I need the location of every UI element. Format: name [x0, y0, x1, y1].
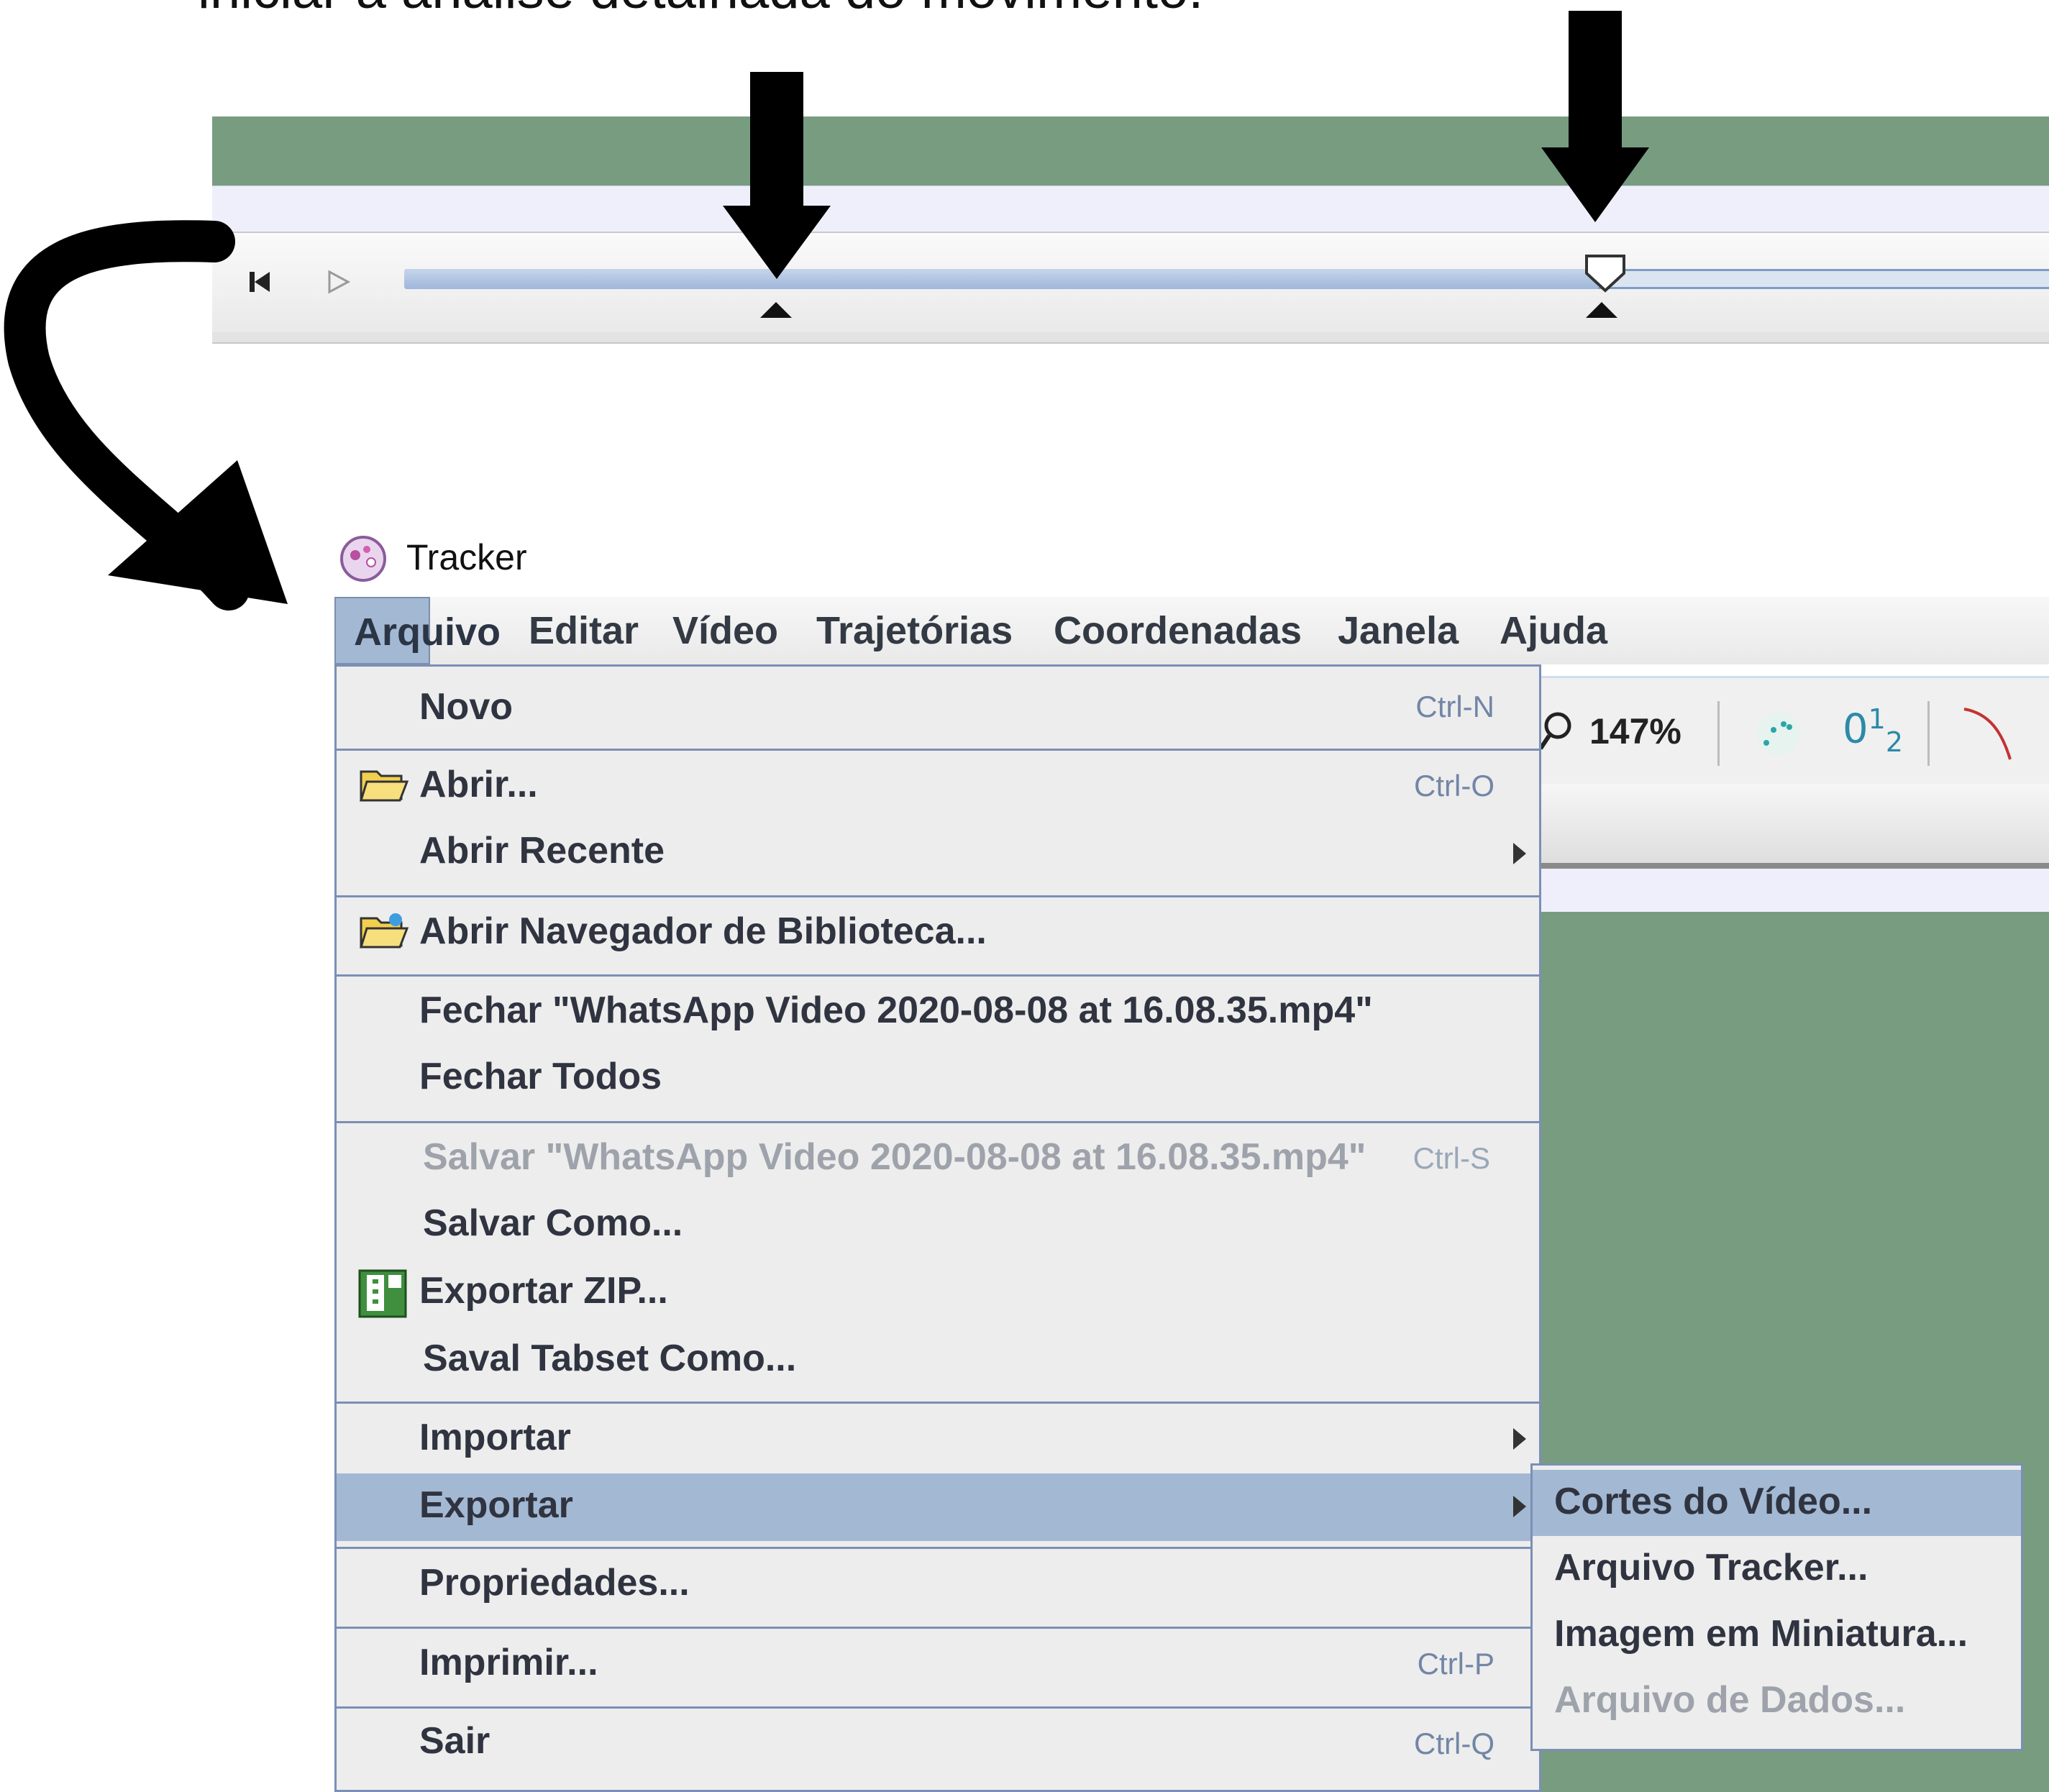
toolbar-separator	[1927, 701, 1930, 766]
menu-item-label: Sair	[419, 1720, 490, 1762]
submenu-item-label: Cortes do Vídeo...	[1554, 1481, 1873, 1522]
caption-text: iniciar a análise detalhada do movimento…	[198, 0, 1203, 21]
curved-arrow-icon	[4, 220, 288, 611]
labels-icon[interactable]: 012	[1843, 703, 1903, 758]
menu-separator	[337, 1402, 1539, 1404]
window-title: Tracker	[406, 537, 527, 577]
menu-separator	[337, 1706, 1539, 1709]
menu-item-label: Saval Tabset Como...	[423, 1338, 797, 1379]
menu-video[interactable]: Vídeo	[672, 597, 778, 664]
menu-item-label: Propriedades...	[419, 1562, 690, 1604]
zoom-icon[interactable]	[1539, 708, 1582, 751]
menu-item-label: Salvar Como...	[423, 1202, 683, 1244]
menu-item-label: Abrir Recente	[419, 830, 665, 872]
menu-item-saval-tabset[interactable]: Saval Tabset Como...	[337, 1328, 1539, 1396]
menu-ajuda[interactable]: Ajuda	[1500, 597, 1607, 664]
menu-coordenadas[interactable]: Coordenadas	[1054, 597, 1302, 664]
menu-janela[interactable]: Janela	[1338, 597, 1459, 664]
video-frame	[212, 116, 2049, 186]
menu-separator	[337, 1121, 1539, 1123]
menu-item-abrir[interactable]: Abrir... Ctrl-O	[337, 753, 1539, 820]
menu-separator	[337, 974, 1539, 977]
submenu-arrow-icon	[1513, 1496, 1526, 1517]
menu-item-salvar-como[interactable]: Salvar Como...	[337, 1193, 1539, 1261]
menu-item-fechar[interactable]: Fechar "WhatsApp Video 2020-08-08 at 16.…	[337, 979, 1539, 1046]
menu-arquivo[interactable]: Arquivo	[334, 597, 501, 664]
menu-item-salvar: Salvar "WhatsApp Video 2020-08-08 at 16.…	[337, 1125, 1539, 1193]
shortcut-label: Ctrl-N	[1415, 690, 1494, 723]
submenu-item-arquivo-dados: Arquivo de Dados...	[1533, 1668, 2021, 1734]
menu-bar: Arquivo Editar Vídeo Trajetórias Coorden…	[334, 597, 2049, 664]
menu-item-label: Abrir Navegador de Biblioteca...	[419, 910, 987, 952]
library-folder-icon	[359, 913, 409, 948]
end-frame-marker[interactable]	[1586, 302, 1617, 318]
menu-item-label: Salvar "WhatsApp Video 2020-08-08 at 16.…	[423, 1136, 1366, 1178]
down-arrow-icon	[723, 72, 831, 279]
shortcut-label: Ctrl-P	[1417, 1647, 1494, 1681]
menu-item-propriedades[interactable]: Propriedades...	[337, 1551, 1539, 1619]
submenu-item-label: Imagem em Miniatura...	[1554, 1613, 1968, 1655]
tracker-app-icon	[340, 536, 386, 582]
export-submenu: Cortes do Vídeo... Arquivo Tracker... Im…	[1530, 1463, 2023, 1751]
menu-item-novo[interactable]: Novo Ctrl-N	[337, 675, 1539, 743]
menu-item-sair[interactable]: Sair Ctrl-Q	[337, 1711, 1539, 1778]
submenu-arrow-icon	[1513, 1428, 1526, 1450]
shortcut-label: Ctrl-O	[1414, 769, 1494, 803]
menu-item-label: Fechar "WhatsApp Video 2020-08-08 at 16.…	[419, 989, 1373, 1031]
open-folder-icon	[359, 770, 409, 802]
menu-item-biblioteca[interactable]: Abrir Navegador de Biblioteca...	[337, 900, 1539, 967]
video-pane-strip	[212, 186, 2049, 232]
slider-thumb-icon[interactable]	[1582, 253, 1628, 293]
menu-editar[interactable]: Editar	[529, 597, 639, 664]
submenu-item-imagem-miniatura[interactable]: Imagem em Miniatura...	[1533, 1602, 2021, 1668]
submenu-arrow-icon	[1513, 843, 1526, 864]
menu-separator	[337, 1547, 1539, 1549]
video-slider-fill	[404, 269, 1598, 289]
zoom-level[interactable]: 147%	[1589, 710, 1681, 752]
menu-item-label: Exportar	[419, 1484, 573, 1526]
menu-item-label: Imprimir...	[419, 1642, 598, 1683]
menu-item-label: Exportar ZIP...	[419, 1270, 668, 1312]
menu-item-label: Fechar Todos	[419, 1056, 662, 1097]
submenu-item-cortes-video[interactable]: Cortes do Vídeo...	[1533, 1470, 2021, 1536]
menu-separator	[337, 895, 1539, 897]
menu-item-abrir-recente[interactable]: Abrir Recente	[337, 820, 1539, 888]
track-curve-icon[interactable]	[1960, 705, 2017, 762]
player-bottom-edge	[212, 332, 2049, 344]
toolbar-lower-band	[1539, 784, 2049, 869]
play-icon[interactable]	[324, 268, 352, 296]
submenu-item-arquivo-tracker[interactable]: Arquivo Tracker...	[1533, 1536, 2021, 1602]
menu-item-exportar[interactable]: Exportar	[337, 1473, 1539, 1541]
submenu-item-label: Arquivo de Dados...	[1554, 1679, 1906, 1721]
menu-item-exportar-zip[interactable]: Exportar ZIP...	[337, 1261, 1539, 1328]
menu-separator	[337, 1627, 1539, 1629]
menu-separator	[337, 749, 1539, 751]
menu-item-label: Novo	[419, 686, 513, 728]
toolbar-separator	[1717, 701, 1720, 766]
menu-item-imprimir[interactable]: Imprimir... Ctrl-P	[337, 1631, 1539, 1699]
menu-item-fechar-todos[interactable]: Fechar Todos	[337, 1046, 1539, 1114]
file-menu-dropdown: Novo Ctrl-N Abrir... Ctrl-O Abrir Recent…	[334, 664, 1541, 1792]
menu-item-importar[interactable]: Importar	[337, 1406, 1539, 1473]
zip-icon	[358, 1269, 407, 1318]
menu-item-label: Importar	[419, 1417, 571, 1458]
down-arrow-icon	[1541, 11, 1649, 222]
menu-item-label: Abrir...	[419, 764, 538, 805]
shortcut-label: Ctrl-S	[1413, 1141, 1490, 1175]
toolbar-strip	[1539, 869, 2049, 912]
submenu-item-label: Arquivo Tracker...	[1554, 1547, 1868, 1588]
menu-trajetorias[interactable]: Trajetórias	[816, 597, 1013, 664]
shortcut-label: Ctrl-Q	[1414, 1727, 1494, 1760]
trail-dots-icon[interactable]	[1753, 708, 1804, 759]
start-frame-marker[interactable]	[760, 302, 792, 318]
